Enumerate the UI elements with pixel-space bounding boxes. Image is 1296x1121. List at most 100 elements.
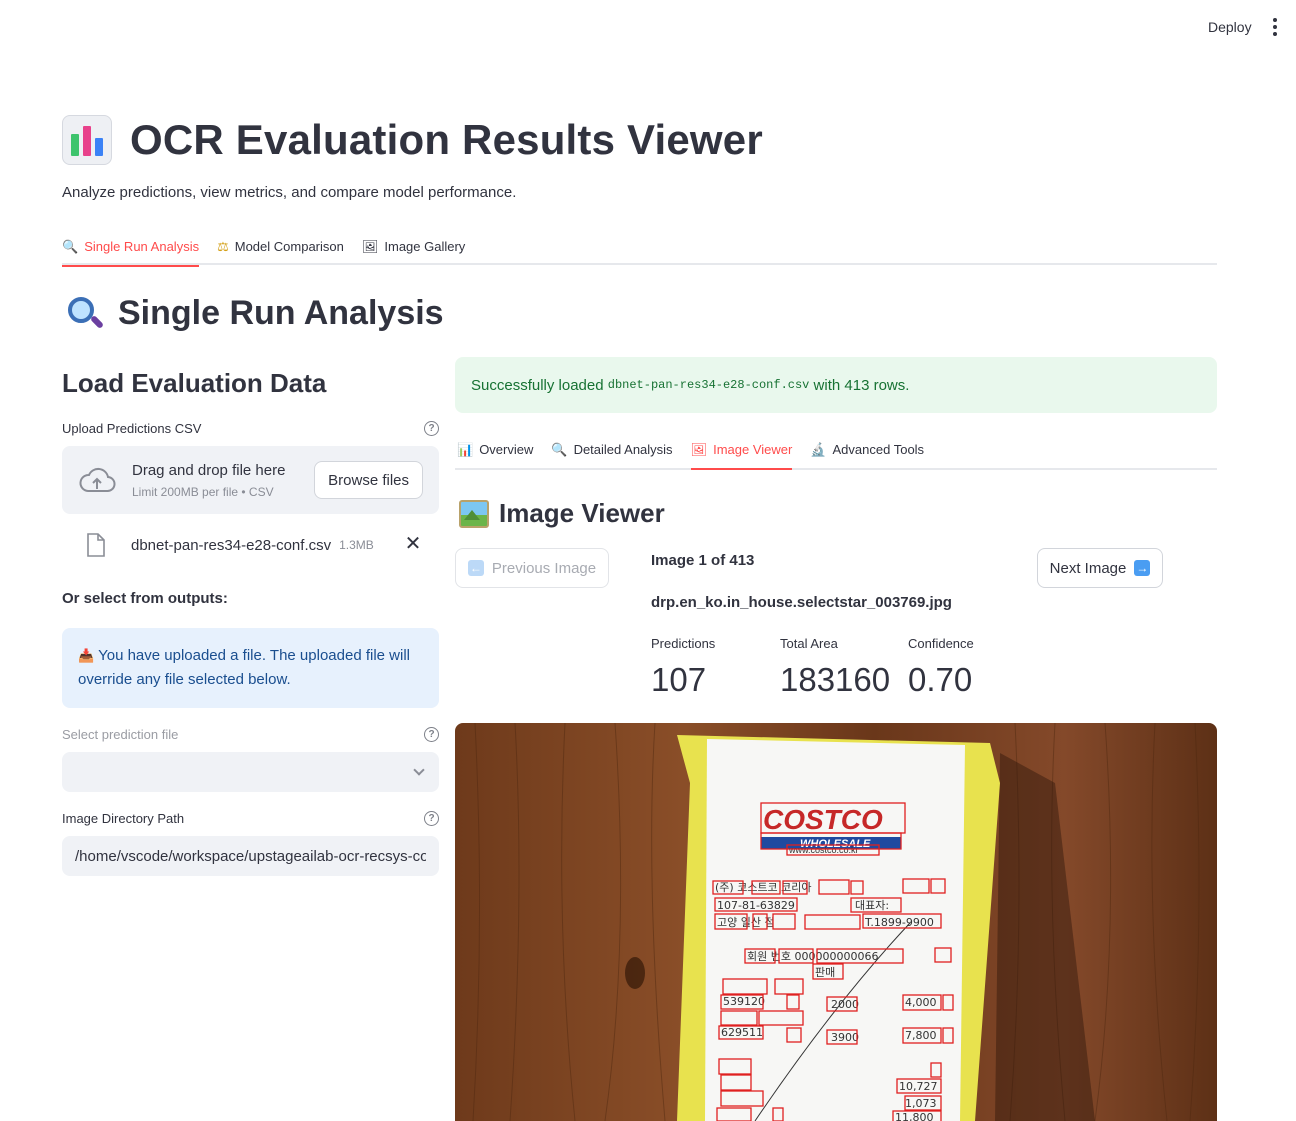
info-text: You have uploaded a file. The uploaded f… [78,647,410,688]
prediction-file-select[interactable] [62,752,439,792]
tab-advanced-tools[interactable]: 🔬 Advanced Tools [810,430,924,468]
metric-confidence: Confidence 0.70 [908,636,974,699]
receipt-number: 539120 [723,995,765,1008]
metric-value: 183160 [780,661,891,698]
receipt-number: 11,800 [895,1111,934,1121]
help-icon[interactable]: ? [424,421,439,436]
image-viewer-title: Image Viewer [499,498,665,528]
tab-label: Image Viewer [713,441,793,457]
next-image-button[interactable]: Next Image → [1037,548,1163,588]
chevron-down-icon [413,764,425,776]
receipt-number: 2000 [831,998,859,1011]
tab-label: Image Gallery [384,239,466,254]
tab-model-comparison[interactable]: ⚖ Model Comparison [217,228,344,265]
next-label: Next Image [1049,559,1127,577]
tab-single-run-analysis[interactable]: 🔍 Single Run Analysis [62,228,200,267]
or-select-label: Or select from outputs: [62,590,228,607]
file-icon [87,533,105,557]
tab-detailed-analysis[interactable]: 🔍 Detailed Analysis [551,430,672,468]
page-title-row: OCR Evaluation Results Viewer [62,112,763,168]
microscope-icon: 🔬 [810,441,827,457]
image-counter: Image 1 of 413 [651,552,755,569]
main-tab-bar: 🔍 Single Run Analysis ⚖ Model Comparison… [62,228,1217,267]
help-icon[interactable]: ? [424,811,439,826]
upload-label: Upload Predictions CSV [62,421,202,436]
remove-file-icon[interactable]: ✕ [403,534,423,554]
magnifier-icon: 🔍 [551,441,568,457]
file-dropzone[interactable]: Drag and drop file here Limit 200MB per … [62,446,439,514]
image-filename: drp.en_ko.in_house.selectstar_003769.jpg [651,594,952,611]
scales-icon: ⚖ [217,239,229,254]
page-title: OCR Evaluation Results Viewer [130,116,763,163]
dir-label-row: Image Directory Path ? [62,811,439,826]
upload-label-row: Upload Predictions CSV ? [62,421,439,436]
load-data-heading: Load Evaluation Data [62,368,327,398]
tab-label: Single Run Analysis [84,239,200,254]
receipt-number: 629511 [721,1026,763,1039]
receipt-line: T.1899-9900 [864,916,934,929]
page-subtitle: Analyze predictions, view metrics, and c… [62,184,517,201]
info-alert: 📥 You have uploaded a file. The uploaded… [62,628,439,708]
picture-icon: 🖼 [361,239,379,254]
metric-total-area: Total Area 183160 [780,636,890,699]
tab-label: Advanced Tools [832,441,925,457]
receipt-line: 107-81-63829 [717,899,795,912]
deploy-button[interactable]: Deploy [1198,14,1262,40]
file-size: 1.3MB [339,538,374,552]
receipt-number: 7,800 [905,1029,937,1042]
bar-chart-icon: 📊 [457,441,474,457]
success-file: dbnet-pan-res34-e28-conf.csv [607,378,810,392]
receipt-number: 10,727 [899,1080,938,1093]
tab-image-gallery[interactable]: 🖼 Image Gallery [362,228,465,265]
dropzone-title: Drag and drop file here [132,461,286,479]
select-label: Select prediction file [62,727,179,742]
tab-overview[interactable]: 📊 Overview [457,430,533,468]
tab-label: Model Comparison [234,239,344,254]
receipt-url: www.costco.co.kr [788,845,859,855]
metric-predictions: Predictions 107 [651,636,715,699]
uploaded-file-row: dbnet-pan-res34-e28-conf.csv 1.3MB ✕ [62,528,439,562]
section-heading: Single Run Analysis [66,294,444,333]
section-title: Single Run Analysis [118,294,444,332]
select-label-row: Select prediction file ? [62,727,439,742]
image-viewer-heading: Image Viewer [459,498,665,529]
success-alert: Successfully loaded dbnet-pan-res34-e28-… [455,357,1217,413]
metric-value: 0.70 [908,661,973,698]
metric-value: 107 [651,661,707,698]
arrow-left-icon: ← [467,560,484,576]
help-icon[interactable]: ? [424,727,439,742]
image-directory-input[interactable] [62,836,439,876]
metric-label: Total Area [780,636,838,651]
metric-label: Predictions [651,636,716,651]
previous-image-button[interactable]: ← Previous Image [455,548,609,588]
tab-label: Detailed Analysis [573,441,673,457]
app-header: Deploy [0,0,1296,60]
receipt-line: 판매 [815,966,835,979]
receipt-number: 1,073 [905,1097,937,1110]
receipt-number: 3900 [831,1031,859,1044]
browse-files-button[interactable]: Browse files [314,461,423,499]
bar-chart-icon [62,115,112,165]
receipt-brand: COSTCO [763,804,883,835]
picture-icon [459,499,489,528]
inbox-icon: 📥 [78,648,95,663]
metric-label: Confidence [908,636,974,651]
receipt-line: (주) 코스트코 코리아 [715,881,812,894]
receipt-line: 대표자: [855,899,889,912]
picture-icon: 🖼 [690,441,708,457]
receipt-image: COSTCO WHOLESALE www.costco.co.kr (주) 코스… [455,723,1217,1121]
magnifier-icon: 🔍 [62,239,79,254]
dropzone-limit: Limit 200MB per file • CSV [132,484,274,499]
magnifier-icon [66,295,105,333]
success-suffix: with 413 rows. [809,376,910,394]
tab-image-viewer[interactable]: 🖼 Image Viewer [690,430,793,470]
receipt-photo: COSTCO WHOLESALE www.costco.co.kr (주) 코스… [455,723,1217,1121]
previous-label: Previous Image [491,559,597,577]
receipt-number: 4,000 [905,996,937,1009]
dir-label: Image Directory Path [62,811,185,826]
tab-label: Overview [479,441,534,457]
kebab-menu-icon[interactable] [1264,14,1286,40]
sub-tab-bar: 📊 Overview 🔍 Detailed Analysis 🖼 Image V… [455,430,1217,470]
arrow-right-icon: → [1134,560,1151,576]
receipt-line: 고양 일산 점 [717,915,775,929]
